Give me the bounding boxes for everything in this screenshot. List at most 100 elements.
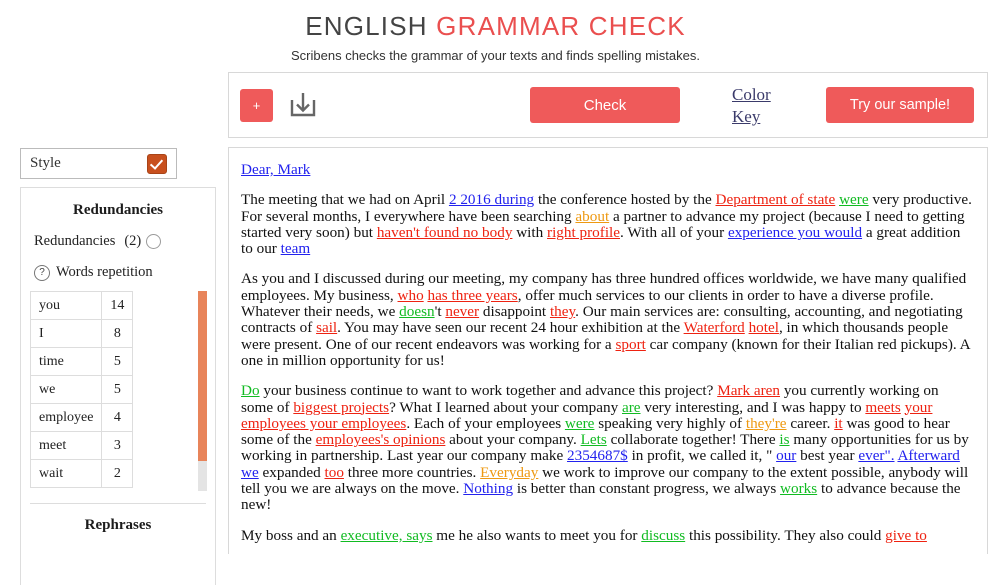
plain-text: My boss and an bbox=[241, 526, 341, 544]
grammar-highlight: discuss bbox=[641, 526, 686, 544]
repetition-word: employee bbox=[29, 403, 103, 432]
plain-text: expanded bbox=[258, 463, 325, 481]
grammar-highlight: Department of state bbox=[715, 191, 836, 209]
plain-text: . You may have seen our recent 24 hour e… bbox=[337, 319, 684, 337]
grammar-highlight: were bbox=[564, 414, 595, 432]
text-editor[interactable]: Dear, Mark The meeting that we had on Ap… bbox=[228, 147, 988, 554]
plain-text: very interesting, and I was happy to bbox=[640, 398, 866, 416]
repetition-count: 5 bbox=[101, 375, 134, 404]
repetition-word: I bbox=[29, 319, 103, 348]
repetition-count: 4 bbox=[101, 403, 134, 432]
color-key-line2: Key bbox=[732, 107, 761, 126]
plain-text: ? What I learned about your company bbox=[389, 398, 622, 416]
grammar-highlight: were bbox=[839, 191, 869, 209]
plain-text: this possibility. They also could bbox=[685, 526, 886, 544]
redundancies-panel-title: Redundancies bbox=[72, 202, 164, 218]
plain-text: me he also wants to meet you for bbox=[432, 526, 642, 544]
repetition-count: 5 bbox=[101, 347, 134, 376]
grammar-highlight: Do bbox=[241, 382, 260, 400]
table-row[interactable]: time 5 bbox=[29, 347, 134, 376]
try-sample-button[interactable]: Try our sample! bbox=[826, 87, 974, 123]
paragraph-4: My boss and an executive, says me he als… bbox=[241, 526, 973, 544]
repetition-word: we bbox=[29, 375, 103, 404]
grammar-highlight: team bbox=[280, 240, 311, 258]
grammar-highlight: never bbox=[445, 303, 480, 321]
grammar-highlight: employees's opinions bbox=[315, 431, 446, 449]
table-row[interactable]: we 5 bbox=[29, 375, 134, 404]
sidebar-scrollbar[interactable] bbox=[198, 291, 207, 491]
table-row[interactable]: meet 3 bbox=[29, 431, 134, 460]
grammar-highlight: our bbox=[776, 447, 797, 465]
style-toggle-bar[interactable]: Style bbox=[20, 148, 177, 179]
redundancies-radio[interactable] bbox=[146, 234, 162, 249]
grammar-highlight: meets bbox=[865, 398, 901, 416]
color-key-line1: Color bbox=[732, 85, 771, 104]
grammar-highlight: it bbox=[834, 414, 843, 432]
grammar-highlight: Waterford bbox=[683, 319, 745, 337]
download-icon[interactable] bbox=[286, 88, 320, 122]
words-repetition-table: you 14 I 8 time 5 we 5 employee 4 meet 3 wait 2 bbox=[29, 291, 134, 488]
paragraph-1: The meeting that we had on April 2 2016 … bbox=[241, 192, 973, 257]
page-title-part2: GRAMMAR CHECK bbox=[436, 11, 686, 41]
grammar-highlight: sail bbox=[316, 319, 338, 337]
table-row[interactable]: you 14 bbox=[29, 291, 134, 320]
plain-text: is better than constant progress, we alw… bbox=[513, 480, 781, 498]
repetition-word: you bbox=[29, 291, 103, 320]
paragraph-3: Do your business continue to want to wor… bbox=[241, 382, 973, 514]
grammar-highlight: are bbox=[622, 398, 641, 416]
plain-text: collaborate together! There bbox=[606, 431, 780, 449]
words-repetition-label: Words repetition bbox=[56, 264, 153, 280]
redundancies-row-count: (2) bbox=[124, 233, 142, 249]
table-row[interactable]: employee 4 bbox=[29, 403, 134, 432]
plain-text: The meeting that we had on April bbox=[241, 191, 449, 209]
plain-text: disappoint bbox=[479, 303, 550, 321]
redundancies-row-label: Redundancies bbox=[34, 233, 116, 249]
plain-text: 't bbox=[434, 303, 446, 321]
redundancies-panel: Redundancies Redundancies (2) ? Words re… bbox=[20, 187, 216, 585]
words-repetition-row[interactable]: ? Words repetition bbox=[21, 264, 215, 281]
grammar-highlight: sport bbox=[615, 335, 646, 353]
plain-text: best year bbox=[796, 447, 859, 465]
grammar-highlight: 2 2016 during bbox=[448, 191, 535, 209]
sidebar-scrollbar-thumb[interactable] bbox=[198, 291, 207, 461]
grammar-highlight: biggest projects bbox=[293, 398, 390, 416]
plain-text: career. bbox=[786, 414, 835, 432]
redundancies-row[interactable]: Redundancies (2) bbox=[21, 233, 215, 250]
table-row[interactable]: wait 2 bbox=[29, 459, 134, 488]
grammar-highlight: is bbox=[779, 431, 790, 449]
grammar-highlight: Everyday bbox=[480, 463, 539, 481]
plain-text: . With all of your bbox=[620, 223, 728, 241]
editor-toolbar: + Check Color Key Try our sample! bbox=[228, 72, 988, 138]
salutation-line: Dear, Mark bbox=[241, 161, 973, 178]
grammar-highlight: about bbox=[575, 207, 610, 225]
repetition-word: time bbox=[29, 347, 103, 376]
table-row[interactable]: I8 bbox=[29, 319, 134, 348]
grammar-highlight: right profile bbox=[547, 223, 620, 241]
plain-text: about your company. bbox=[445, 431, 581, 449]
grammar-highlight: Lets bbox=[580, 431, 607, 449]
grammar-highlight: give to bbox=[885, 526, 927, 544]
help-icon[interactable]: ? bbox=[34, 264, 50, 281]
repetition-count: 8 bbox=[101, 319, 134, 348]
grammar-highlight: they bbox=[549, 303, 576, 321]
grammar-highlight: they're bbox=[745, 414, 787, 432]
grammar-highlight: who bbox=[397, 286, 424, 304]
repetition-count: 3 bbox=[101, 431, 134, 460]
add-button[interactable]: + bbox=[240, 88, 273, 122]
plain-text: three more countries. bbox=[343, 463, 481, 481]
grammar-highlight: executive, says bbox=[340, 526, 433, 544]
grammar-highlight: too bbox=[324, 463, 344, 481]
grammar-highlight: hotel bbox=[748, 319, 779, 337]
repetition-count: 14 bbox=[101, 291, 134, 320]
grammar-highlight: haven't found no body bbox=[376, 223, 513, 241]
style-checkbox[interactable] bbox=[147, 153, 167, 174]
salutation-text: Dear, Mark bbox=[241, 161, 311, 178]
grammar-highlight: experience you would bbox=[727, 223, 863, 241]
rephrases-title: Rephrases bbox=[84, 517, 152, 533]
repetition-word: wait bbox=[29, 459, 103, 488]
plain-text: speaking very highly of bbox=[594, 414, 746, 432]
style-label: Style bbox=[30, 155, 61, 171]
color-key-link[interactable]: Color Key bbox=[732, 84, 794, 128]
check-button[interactable]: Check bbox=[530, 87, 680, 123]
grammar-highlight: ever". bbox=[858, 447, 895, 465]
